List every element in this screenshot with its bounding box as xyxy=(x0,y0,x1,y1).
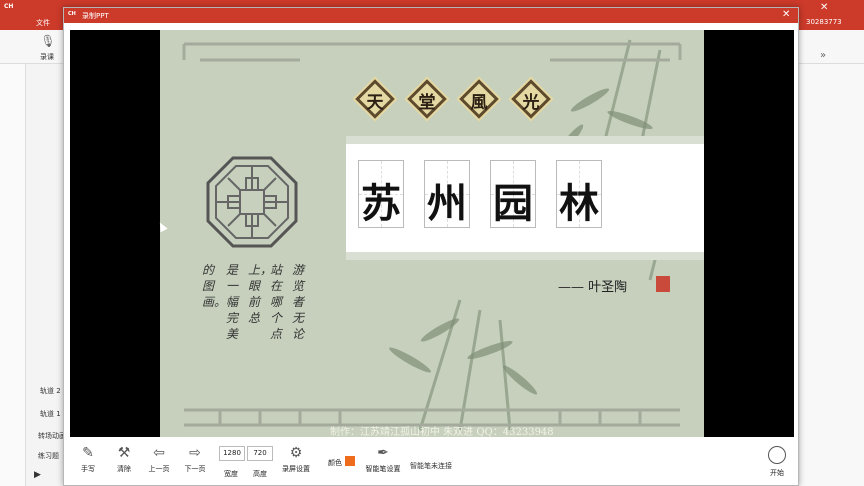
medallion-char: 風 xyxy=(470,93,488,113)
slide-footer: 制作：江苏靖江孤山初中 朱双进 QQ：43233948 xyxy=(330,427,554,437)
arrow-left-icon: ⇦ xyxy=(153,445,165,461)
color-label: 颜色 xyxy=(328,459,342,467)
lattice-window-icon xyxy=(206,156,298,248)
medallion-char: 堂 xyxy=(418,93,436,113)
red-seal xyxy=(656,276,670,292)
title-char-box: 林 xyxy=(556,160,602,228)
poem-column: 是一幅完美 xyxy=(226,263,239,341)
smart-pen-settings-label: 智能笔设置 xyxy=(365,465,401,473)
smart-pen-settings-button[interactable]: ✒ 智能笔设置 xyxy=(365,442,401,482)
medallion: 光 xyxy=(511,79,551,119)
background-right-panel xyxy=(800,64,864,486)
pen-button[interactable]: ✎ 手写 xyxy=(78,442,98,482)
dialog-titlebar: CH 录制PPT ✕ xyxy=(64,8,798,23)
title-char-box: 苏 xyxy=(358,160,404,228)
smart-pen-icon: ✒ xyxy=(377,445,389,461)
start-label: 开始 xyxy=(770,469,784,477)
hammer-icon: ⚒ xyxy=(117,445,131,461)
control-bar: ✎ 手写 ⚒ 清除 ⇦ 上一页 ⇨ 下一页 1280 宽度 720 高度 ⚙ 录… xyxy=(64,440,798,485)
record-settings-label: 录屏设置 xyxy=(282,465,310,473)
clear-button[interactable]: ⚒ 清除 xyxy=(114,442,134,482)
title-char: 林 xyxy=(559,180,599,227)
transition-label: 转场动画 xyxy=(38,432,66,440)
poem-column: 站在哪个点 xyxy=(270,263,283,341)
pen-icon: ✎ xyxy=(82,445,94,461)
smart-pen-status: 智能笔未连接 xyxy=(410,462,452,470)
chevron-right-icon[interactable]: » xyxy=(820,50,826,61)
dialog-title: 录制PPT xyxy=(82,12,109,20)
start-record-button[interactable] xyxy=(768,446,786,464)
slide: 天 堂 風 光 苏 州 园 林 —— 叶圣陶 游览者无论 站在哪个点 上，眼前总… xyxy=(160,30,704,437)
medallion: 堂 xyxy=(407,79,447,119)
record-ppt-dialog: CH 录制PPT ✕ 天 堂 風 光 苏 州 园 林 —— 叶圣陶 游览者无论 … xyxy=(63,7,799,486)
poem-column: 的图画。 xyxy=(202,263,227,309)
background-code: 30283773 xyxy=(806,18,842,26)
app-logo: CH xyxy=(4,3,14,10)
color-swatch[interactable] xyxy=(345,456,355,466)
width-input[interactable]: 1280 xyxy=(219,446,245,461)
background-left-panel xyxy=(0,64,26,486)
medallion: 天 xyxy=(355,79,395,119)
medallion-char: 天 xyxy=(366,93,384,113)
pen-label: 手写 xyxy=(81,465,95,473)
track-2-label: 轨道 2 xyxy=(40,387,61,395)
close-icon[interactable]: ✕ xyxy=(782,9,790,20)
prev-label: 上一页 xyxy=(148,465,170,473)
record-label: 录课 xyxy=(40,53,54,61)
record-settings-button[interactable]: ⚙ 录屏设置 xyxy=(282,442,310,482)
title-char-box: 园 xyxy=(490,160,536,228)
poem-column: 上，眼前总 xyxy=(248,263,273,325)
next-page-button[interactable]: ⇨ 下一页 xyxy=(184,442,206,482)
title-char-box: 州 xyxy=(424,160,470,228)
play-icon[interactable]: ▶ xyxy=(34,470,41,480)
practice-label: 练习题 xyxy=(38,452,59,460)
gear-icon: ⚙ xyxy=(289,445,303,461)
height-label: 高度 xyxy=(253,470,267,478)
slide-preview: 天 堂 風 光 苏 州 园 林 —— 叶圣陶 游览者无论 站在哪个点 上，眼前总… xyxy=(70,30,794,437)
height-input[interactable]: 720 xyxy=(247,446,273,461)
title-char: 苏 xyxy=(361,180,401,227)
clear-label: 清除 xyxy=(117,465,131,473)
title-medallions: 天 堂 風 光 xyxy=(355,79,556,120)
title-banner: 苏 州 园 林 xyxy=(346,136,704,260)
track-1-label: 轨道 1 xyxy=(40,410,61,418)
menu-file[interactable]: 文件 xyxy=(36,18,50,28)
dialog-logo: CH xyxy=(68,11,76,17)
medallion: 風 xyxy=(459,79,499,119)
title-char: 州 xyxy=(427,180,467,227)
width-label: 宽度 xyxy=(224,470,238,478)
microphone-icon[interactable]: 🎙 xyxy=(40,34,56,50)
next-label: 下一页 xyxy=(184,465,206,473)
poem-column: 游览者无论 xyxy=(292,263,305,341)
author-line: —— 叶圣陶 xyxy=(558,280,628,295)
arrow-right-icon: ⇨ xyxy=(189,445,201,461)
title-char: 园 xyxy=(493,180,533,227)
medallion-char: 光 xyxy=(522,93,540,113)
prev-page-button[interactable]: ⇦ 上一页 xyxy=(148,442,170,482)
close-icon[interactable]: ✕ xyxy=(820,2,828,13)
